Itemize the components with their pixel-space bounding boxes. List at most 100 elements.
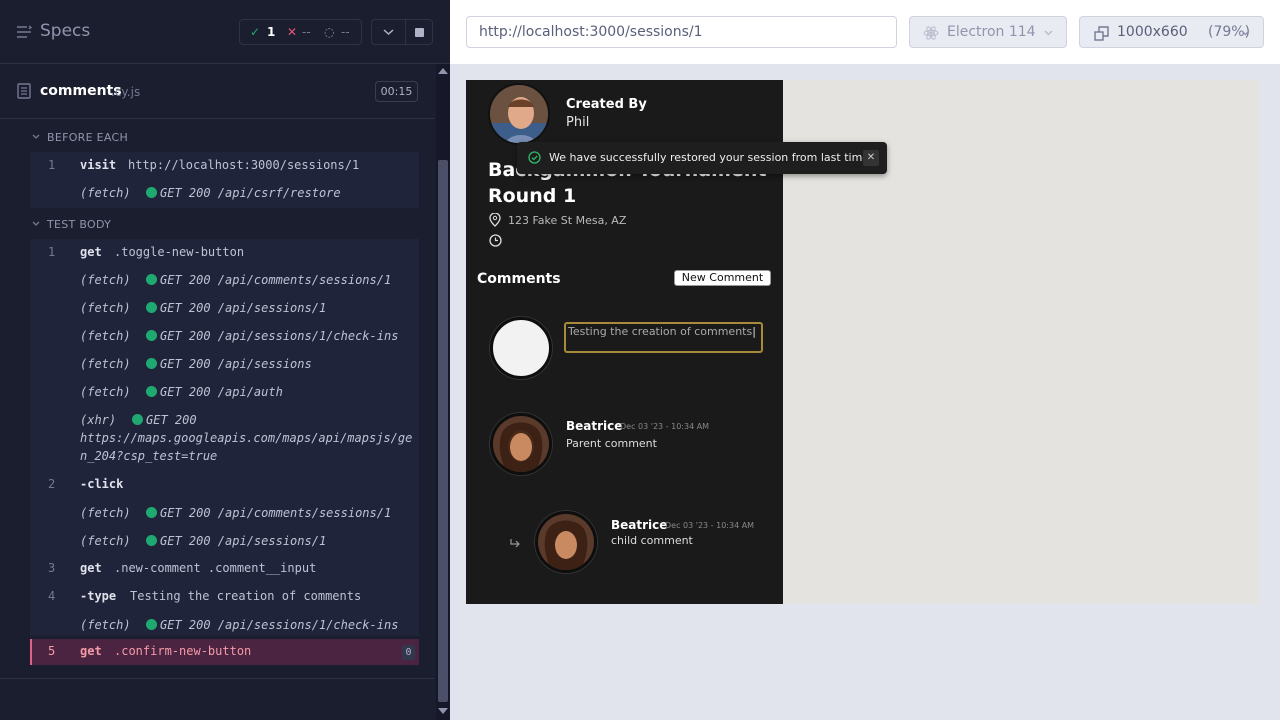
command-row[interactable]: 1 get .toggle-new-button xyxy=(30,239,419,267)
toast-close-icon[interactable]: ✕ xyxy=(863,150,879,166)
command-name: visit xyxy=(80,158,117,172)
comment-text: child comment xyxy=(611,534,693,547)
command-message: GET 200 /api/comments/sessions/1 xyxy=(160,273,392,287)
electron-icon xyxy=(923,26,939,40)
specs-title[interactable]: Specs xyxy=(40,21,90,41)
browser-name: Electron 114 xyxy=(947,24,1036,40)
status-success-icon xyxy=(146,187,157,198)
command-message: GET 200 /api/sessions/1/check-ins xyxy=(160,329,399,343)
command-row[interactable]: (fetch) GET 200 /api/sessions/1/check-in… xyxy=(30,323,419,351)
command-row[interactable]: 3 get .new-comment .comment__input xyxy=(30,555,419,583)
command-row[interactable]: 1 visit http://localhost:3000/sessions/1 xyxy=(30,152,419,180)
comment-input[interactable]: Testing the creation of comments| xyxy=(564,322,763,353)
spec-duration: 00:15 xyxy=(375,81,418,102)
command-row[interactable]: (fetch) GET 200 /api/comments/sessions/1 xyxy=(30,500,419,528)
scroll-up-arrow-icon[interactable] xyxy=(438,68,448,74)
command-name: get xyxy=(80,644,102,658)
chevron-down-icon xyxy=(32,134,40,139)
command-number: 2 xyxy=(48,477,56,491)
command-name: (fetch) xyxy=(80,534,131,548)
command-message: GET 200 /api/sessions/1 xyxy=(160,534,327,548)
url-bar[interactable]: http://localhost:3000/sessions/1 xyxy=(466,16,897,48)
comment-author: Beatrice xyxy=(611,518,668,532)
new-comment-button[interactable]: New Comment xyxy=(674,270,771,286)
elements-count-badge: 0 xyxy=(402,645,415,660)
document-icon xyxy=(17,83,31,99)
command-message-url: n_204?csp_test=true xyxy=(80,449,218,463)
success-check-icon xyxy=(528,151,541,164)
toast-message: We have successfully restored your sessi… xyxy=(549,151,873,164)
status-success-icon xyxy=(146,507,157,518)
status-success-icon xyxy=(146,535,157,546)
test-body-section[interactable]: TEST BODY xyxy=(30,212,419,238)
command-number: 4 xyxy=(48,589,56,603)
scrollbar-thumb[interactable] xyxy=(438,160,448,702)
command-number: 1 xyxy=(48,245,56,259)
spec-file-name: comments xyxy=(40,83,122,99)
command-name: (fetch) xyxy=(80,186,131,200)
command-name: -type xyxy=(80,589,117,603)
command-row[interactable]: (fetch) GET 200 /api/sessions xyxy=(30,351,419,379)
status-success-icon xyxy=(146,358,157,369)
browser-selector[interactable]: Electron 114 xyxy=(909,16,1067,48)
command-row[interactable]: (fetch) GET 200 /api/auth xyxy=(30,379,419,407)
viewport-size-icon xyxy=(1094,26,1109,41)
command-name: get xyxy=(80,561,102,575)
command-row[interactable]: (fetch) GET 200 /api/sessions/1 xyxy=(30,295,419,323)
url-text: http://localhost:3000/sessions/1 xyxy=(479,24,703,40)
comment-avatar xyxy=(535,511,597,573)
location-pin-icon xyxy=(489,213,501,227)
test-stats: ✓ 1 ✕ -- ◌ -- xyxy=(239,19,362,45)
command-row[interactable]: 2 -click xyxy=(30,471,419,499)
command-message: Testing the creation of comments xyxy=(130,589,362,603)
command-name: get xyxy=(80,245,102,259)
command-row[interactable]: (fetch) GET 200 /api/comments/sessions/1 xyxy=(30,267,419,295)
command-name: (fetch) xyxy=(80,618,131,632)
comment-avatar xyxy=(490,413,552,475)
creator-avatar xyxy=(488,83,550,145)
status-success-icon xyxy=(146,330,157,341)
failed-count: -- xyxy=(302,25,311,39)
command-message-url: https://maps.googleapis.com/maps/api/map… xyxy=(80,431,413,445)
session-title-line2: Round 1 xyxy=(488,185,577,207)
failed-x-icon: ✕ xyxy=(287,25,298,39)
reporter-panel: Specs ✓ 1 ✕ -- ◌ -- comments .cy.js 00:1… xyxy=(0,0,450,720)
status-success-icon xyxy=(146,302,157,313)
command-row[interactable]: (fetch) GET 200 /api/csrf/restore xyxy=(30,180,419,208)
options-dropdown-button[interactable] xyxy=(371,19,405,45)
command-name: (fetch) xyxy=(80,357,131,371)
test-body-label: TEST BODY xyxy=(47,218,112,231)
command-name: (fetch) xyxy=(80,273,131,287)
command-name: -click xyxy=(80,477,124,491)
stop-button[interactable] xyxy=(405,19,433,45)
before-each-label: BEFORE EACH xyxy=(47,131,129,144)
before-each-section[interactable]: BEFORE EACH xyxy=(30,125,419,151)
status-success-icon xyxy=(146,619,157,630)
status-success-icon xyxy=(146,274,157,285)
command-row[interactable]: (fetch) GET 200 /api/sessions/1/check-in… xyxy=(30,612,419,636)
command-name: (fetch) xyxy=(80,329,131,343)
viewport-selector[interactable]: 1000x660 (79%) xyxy=(1079,16,1264,48)
command-row[interactable]: (fetch) GET 200 /api/sessions/1 xyxy=(30,528,419,556)
command-message: .new-comment .comment__input xyxy=(114,561,317,575)
command-number: 5 xyxy=(48,644,56,658)
command-row[interactable]: 4 -type Testing the creation of comments xyxy=(30,583,419,611)
stop-icon xyxy=(415,28,424,37)
scroll-down-arrow-icon[interactable] xyxy=(438,708,448,714)
spec-file-ext: .cy.js xyxy=(111,85,141,99)
comment-author: Beatrice xyxy=(566,419,623,433)
specs-list-icon[interactable] xyxy=(16,24,32,40)
command-number: 1 xyxy=(48,158,56,172)
command-name: (fetch) xyxy=(80,506,131,520)
active-command-row[interactable]: 5 get .confirm-new-button 0 xyxy=(30,639,419,665)
passed-count: 1 xyxy=(267,25,276,39)
before-each-commands: 1 visit http://localhost:3000/sessions/1… xyxy=(30,152,419,208)
command-message: http://localhost:3000/sessions/1 xyxy=(128,158,360,172)
command-name: (xhr) xyxy=(80,413,117,427)
chevron-down-icon xyxy=(383,29,394,36)
spec-file-header[interactable]: comments .cy.js 00:15 xyxy=(0,65,434,119)
command-message: .confirm-new-button xyxy=(114,644,252,658)
command-message: GET 200 /api/sessions/1 xyxy=(160,301,327,315)
chevron-down-icon xyxy=(32,221,40,226)
command-row[interactable]: (xhr) GET 200 https://maps.googleapis.co… xyxy=(30,407,419,465)
